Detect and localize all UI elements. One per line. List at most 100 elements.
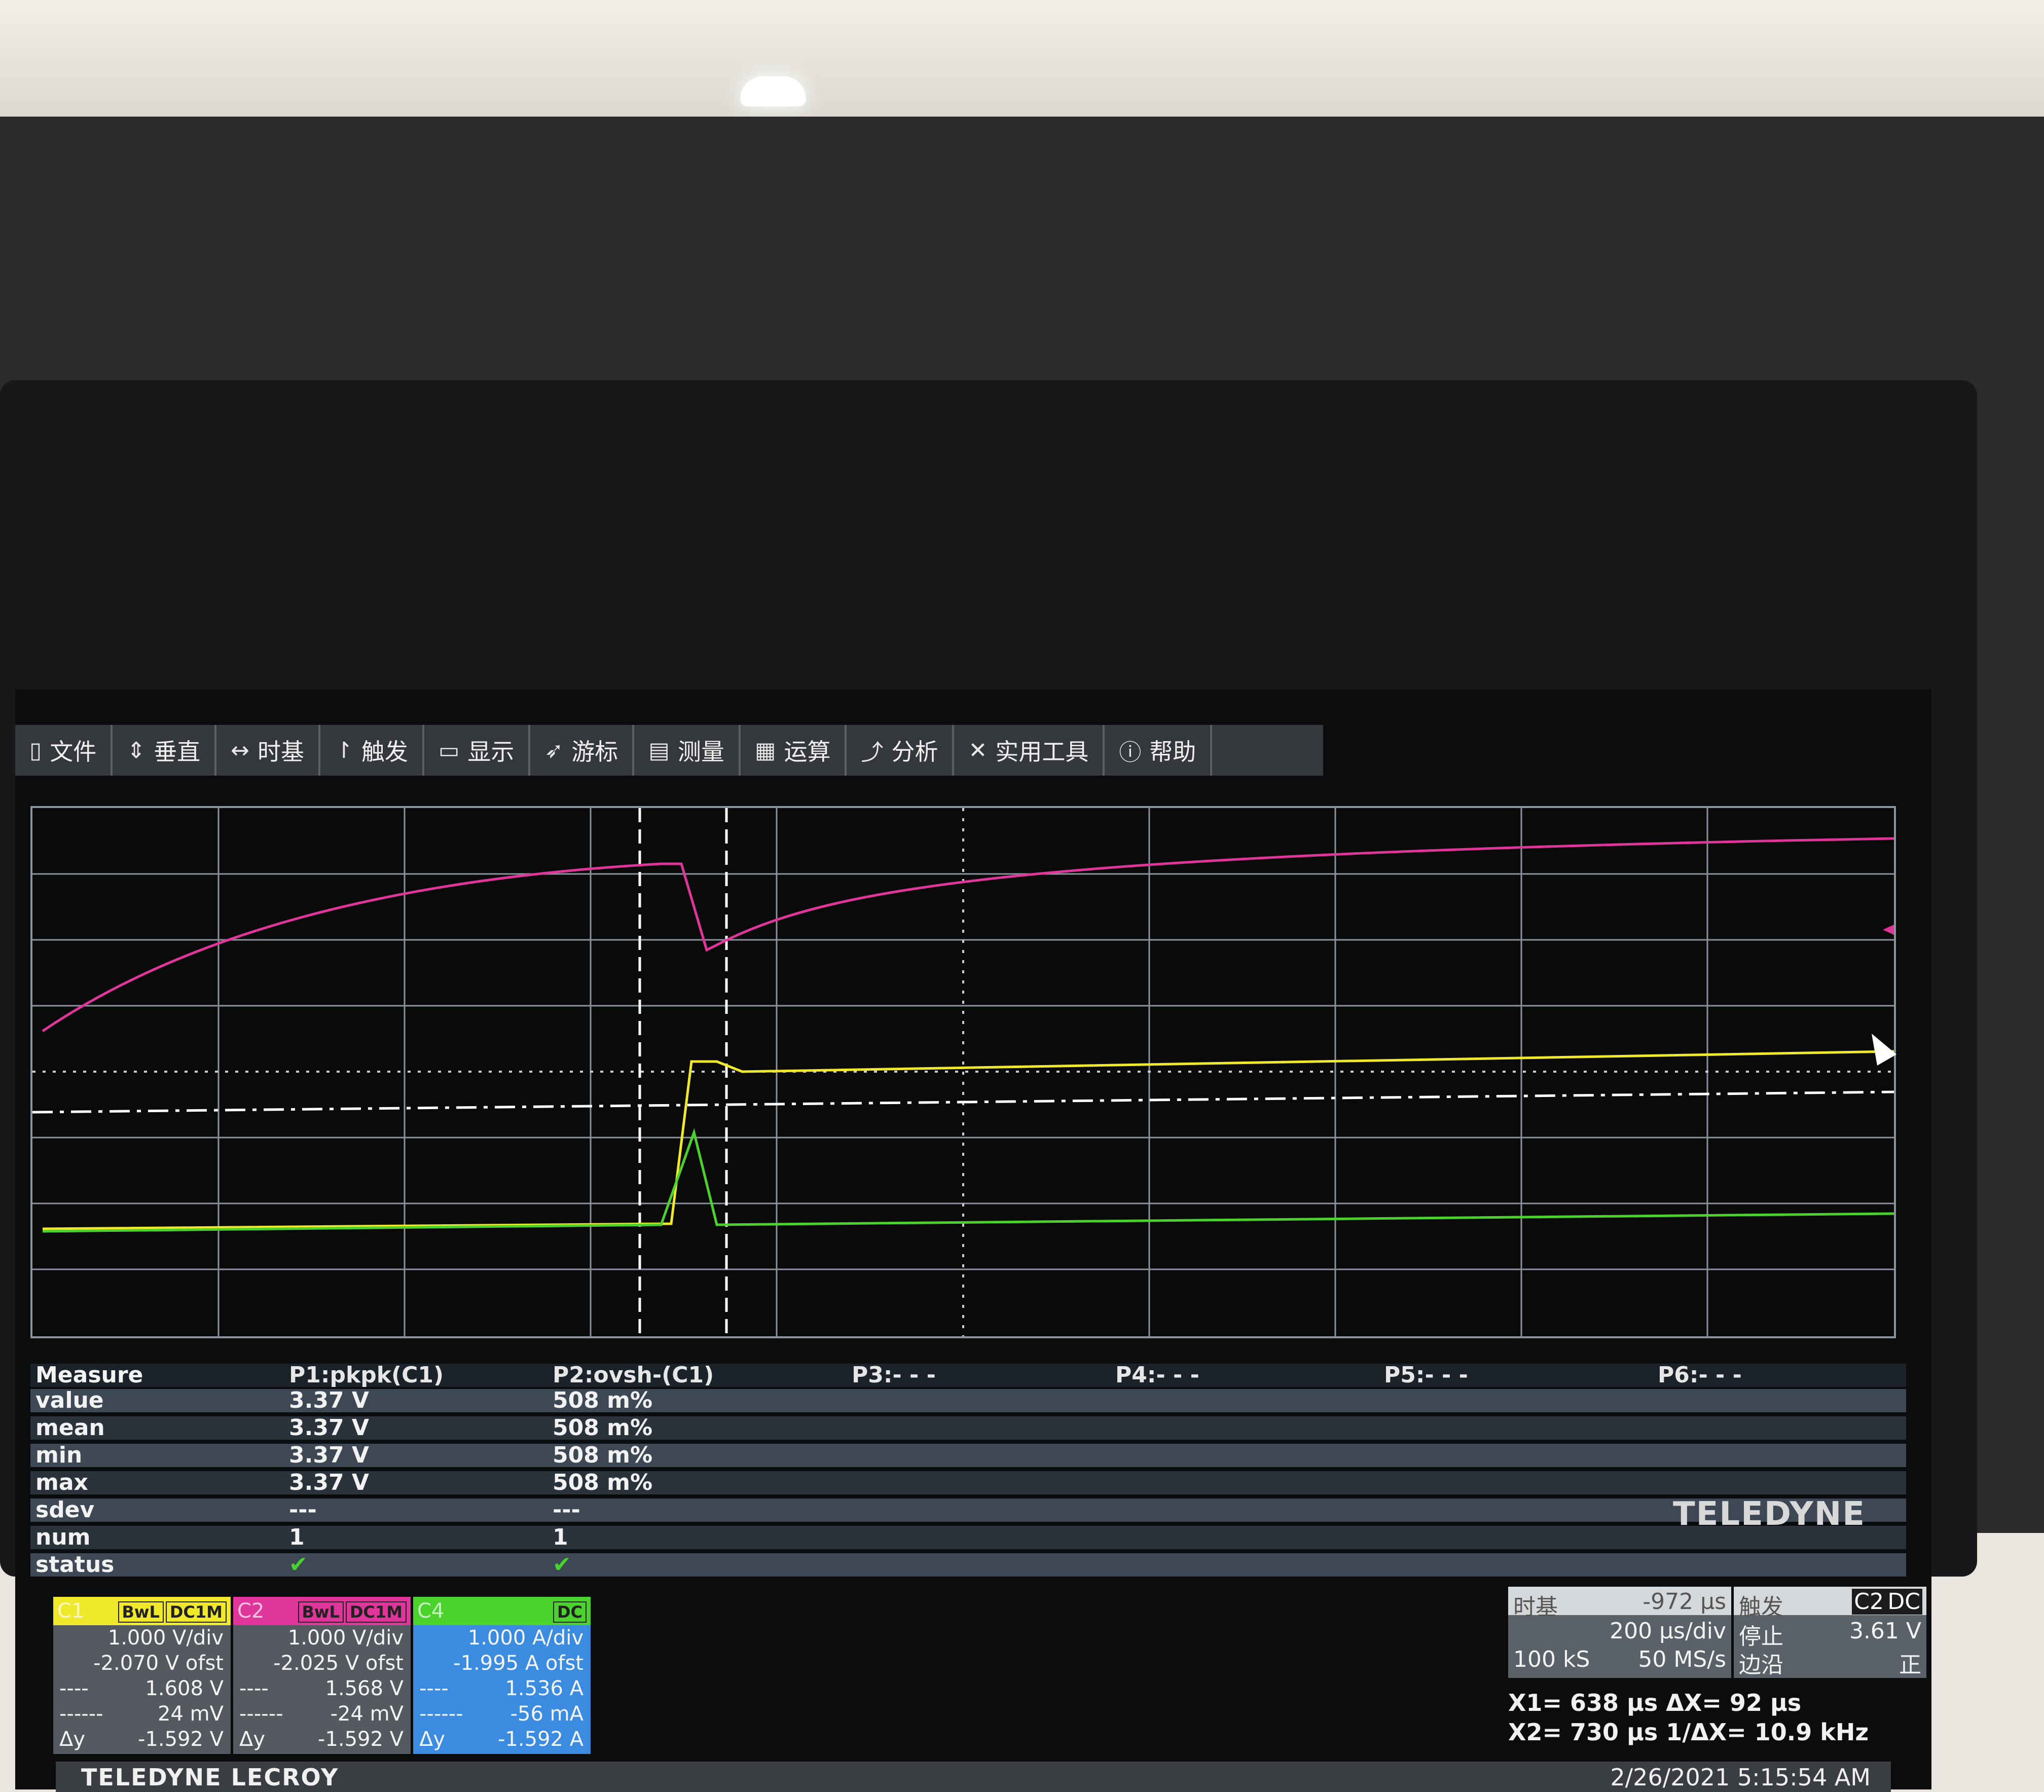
measure-cell-p2: 508 m%: [553, 1442, 653, 1468]
channel-c2-header: C2 BwL DC1M: [233, 1597, 411, 1625]
menu-item-6[interactable]: ▤ 测量: [634, 725, 741, 776]
channel-c4-cursor2: ------ -56 mA: [413, 1701, 591, 1727]
measure-cell-p2: 508 m%: [553, 1415, 653, 1441]
measure-cell-label: sdev: [35, 1497, 95, 1523]
oscilloscope-screen: ▯ 文件 ⇕ 垂直 ↔ 时基 ↾ 触发 ▭ 显示 ➶ 游标 ▤ 测量 ▦ 运算 ⤴ 分析 ✕ 实用工具 ⓘ 帮助: [15, 689, 1931, 1792]
channel-c1-cursor1: ---- 1.608 V: [53, 1676, 231, 1701]
timebase-tdiv: 200 µs/div: [1610, 1618, 1726, 1644]
channel-c4-header: C4 DC: [413, 1597, 591, 1625]
measure-cell-label: status: [35, 1552, 115, 1578]
menu-item-4[interactable]: ▭ 显示: [424, 725, 531, 776]
menu-bar: ▯ 文件 ⇕ 垂直 ↔ 时基 ↾ 触发 ▭ 显示 ➶ 游标 ▤ 测量 ▦ 运算 ⤴ 分析 ✕ 实用工具 ⓘ 帮助: [15, 725, 1323, 776]
c2-waveform: [42, 837, 1894, 1033]
timebase-rate: 50 MS/s: [1638, 1647, 1726, 1672]
menu-item-10[interactable]: ⓘ 帮助: [1105, 725, 1213, 776]
timebase-icon: ↔: [231, 737, 249, 763]
measure-row-sdev: sdev --- ---: [30, 1498, 1906, 1522]
channel-c4-adiv: 1.000 A/div: [467, 1626, 583, 1650]
menu-item-5[interactable]: ➶ 游标: [530, 725, 635, 776]
channel-c1-box[interactable]: C1 BwL DC1M 1.000 V/div -2.070 V ofst ---…: [53, 1597, 231, 1754]
measure-p5-header[interactable]: P5:- - -: [1384, 1364, 1468, 1387]
channel-c2-cursor1-label: ----: [239, 1677, 269, 1700]
channel-c4-cursor1-label: ----: [419, 1677, 449, 1700]
measure-cell-p1: ---: [289, 1497, 317, 1523]
menu-item-0[interactable]: ▯ 文件: [15, 725, 113, 776]
measure-row-status: status ✔ ✔: [30, 1553, 1906, 1577]
menu-item-8[interactable]: ⤴ 分析: [847, 725, 955, 776]
bezel-brand-label: TELEDYNE: [1673, 1495, 1866, 1533]
measure-row-mean: mean 3.37 V 508 m%: [30, 1416, 1906, 1440]
channel-c1-cursor2-label: ------: [59, 1702, 103, 1726]
menu-item-label: 测量: [677, 738, 724, 765]
measure-row-num: num 1 1: [30, 1526, 1906, 1549]
channel-c4-delta-label: Δy: [419, 1728, 446, 1751]
brand-logo-text: TELEDYNE LECROY: [81, 1764, 339, 1791]
channel-c4-delta: Δy -1.592 A: [413, 1727, 591, 1752]
channel-c4-box[interactable]: C4 DC 1.000 A/div -1.995 A ofst ---- 1.53…: [413, 1597, 591, 1754]
channel-c1-offset: -2.070 V ofst: [93, 1652, 224, 1675]
measure-p1-header[interactable]: P1:pkpk(C1): [289, 1364, 444, 1387]
waveform-graticule[interactable]: [30, 806, 1896, 1338]
trigger-type: 边沿: [1739, 1652, 1783, 1678]
channel-c1-delta-value: -1.592 V: [137, 1728, 224, 1751]
channel-c2-cursor2-value: -24 mV: [330, 1702, 404, 1726]
channel-c2-delta-value: -1.592 V: [317, 1728, 404, 1751]
trigger-source: C2: [1852, 1589, 1886, 1615]
background-wall: [0, 0, 2044, 127]
channel-c1-delta-label: Δy: [59, 1728, 86, 1751]
trigger-coupling: DC: [1885, 1589, 1922, 1615]
menu-item-7[interactable]: ▦ 运算: [741, 725, 847, 776]
timebase-box[interactable]: 时基 -972 µs 200 µs/div 100 kS 50 MS/s: [1508, 1587, 1731, 1678]
trigger-box[interactable]: 触发 C2 DC 停止 3.61 V 边沿 正: [1734, 1587, 1926, 1678]
measure-cell-label: min: [35, 1442, 83, 1468]
waveform-plot: [32, 808, 1894, 1336]
measure-p4-header[interactable]: P4:- - -: [1115, 1364, 1199, 1387]
channel-c1-cursor1-label: ----: [59, 1677, 89, 1700]
display-icon: ▭: [438, 737, 460, 763]
measure-cell-p1: 3.37 V: [289, 1470, 369, 1495]
timebase-samples: 100 kS: [1513, 1647, 1590, 1672]
menu-item-label: 触发: [361, 738, 408, 765]
trigger-mode: 停止: [1739, 1624, 1783, 1650]
channel-c2-delta-label: Δy: [239, 1728, 266, 1751]
trigger-level: 3.61 V: [1849, 1618, 1921, 1644]
channel-c4-cursor1-value: 1.536 A: [505, 1677, 583, 1700]
measure-p6-header[interactable]: P6:- - -: [1658, 1364, 1742, 1387]
channel-c4-coupling-tag: DC: [553, 1601, 587, 1623]
menu-item-label: 游标: [571, 738, 618, 765]
menu-item-9[interactable]: ✕ 实用工具: [954, 725, 1105, 776]
measure-p3-header[interactable]: P3:- - -: [852, 1364, 936, 1387]
channel-c1-coupling-tag: DC1M: [165, 1601, 227, 1623]
measure-p2-header[interactable]: P2:ovsh-(C1): [553, 1364, 714, 1387]
channel-c4-cursor1: ---- 1.536 A: [413, 1676, 591, 1701]
graticule-center-axes: [32, 808, 1894, 1336]
timebase-delay: -972 µs: [1642, 1589, 1726, 1615]
measure-cell-p2: ---: [553, 1497, 580, 1523]
channel-c2-bwl-tag: BwL: [298, 1601, 344, 1623]
channel-c1-vdiv: 1.000 V/div: [107, 1626, 224, 1650]
file-icon: ▯: [29, 737, 42, 763]
trigger-icon: ↾: [334, 737, 353, 763]
channel-c2-delta: Δy -1.592 V: [233, 1727, 411, 1752]
channel-c2-offset: -2.025 V ofst: [273, 1652, 404, 1675]
channel-c1-cursor2-value: 24 mV: [158, 1702, 224, 1726]
channel-c2-box[interactable]: C2 BwL DC1M 1.000 V/div -2.025 V ofst ---…: [233, 1597, 411, 1754]
datetime-label[interactable]: 2/26/2021 5:15:54 AM: [1610, 1764, 1871, 1791]
channel-c1-name: C1: [57, 1599, 85, 1623]
menu-item-3[interactable]: ↾ 触发: [320, 725, 424, 776]
menu-item-label: 垂直: [154, 738, 201, 765]
menu-item-2[interactable]: ↔ 时基: [216, 725, 320, 776]
measure-cell-label: num: [35, 1524, 91, 1550]
channel-c2-cursor1-value: 1.568 V: [325, 1677, 404, 1700]
measure-cell-p1: ✔: [289, 1552, 308, 1578]
menu-item-1[interactable]: ⇕ 垂直: [113, 725, 217, 776]
measure-cell-p2: 1: [553, 1524, 568, 1550]
menu-item-label: 实用工具: [995, 738, 1089, 765]
trigger-header: 触发 C2 DC: [1734, 1587, 1926, 1620]
analysis-icon: ⤴: [861, 740, 884, 765]
oscilloscope-bezel: ▯ 文件 ⇕ 垂直 ↔ 时基 ↾ 触发 ▭ 显示 ➶ 游标 ▤ 测量 ▦ 运算 ⤴ 分析 ✕ 实用工具 ⓘ 帮助: [0, 117, 2044, 1792]
measure-header-label: Measure: [35, 1362, 143, 1388]
menu-item-label: 分析: [891, 738, 938, 765]
measure-table: Measure P1:pkpk(C1) P2:ovsh-(C1) P3:- - …: [30, 1364, 1906, 1582]
c4-waveform: [42, 1128, 1894, 1233]
